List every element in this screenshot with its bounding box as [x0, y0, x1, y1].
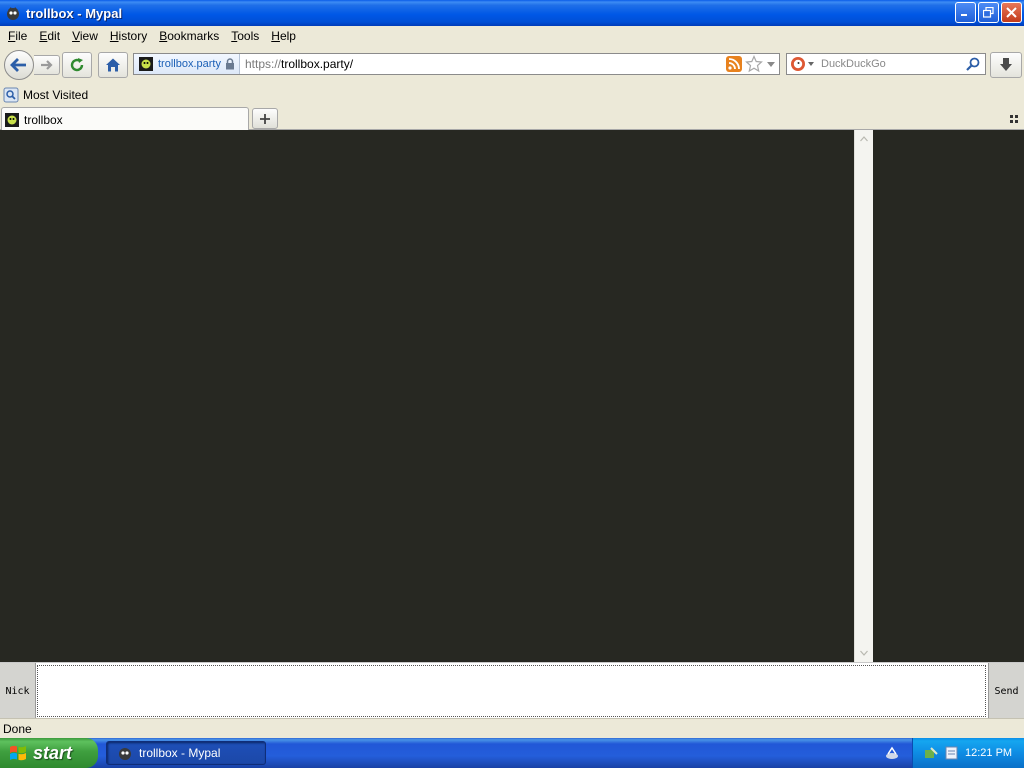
chat-log[interactable]: [0, 130, 854, 662]
most-visited-label: Most Visited: [23, 87, 89, 102]
new-tab-button[interactable]: [252, 108, 278, 129]
url-bar[interactable]: trollbox.party https://trollbox.party/: [133, 53, 780, 75]
lock-icon: [225, 58, 234, 70]
window-title: trollbox - Mypal: [26, 5, 123, 21]
menu-bookmarks[interactable]: Bookmarks: [153, 26, 225, 46]
reload-icon: [70, 58, 84, 72]
menu-edit[interactable]: Edit: [33, 26, 66, 46]
url-history-dropdown-icon[interactable]: [766, 59, 776, 69]
search-bar[interactable]: DuckDuckGo: [786, 53, 986, 75]
home-icon: [106, 58, 120, 72]
site-favicon-icon: [139, 57, 153, 71]
menu-history[interactable]: History: [104, 26, 153, 46]
reload-button[interactable]: [62, 52, 92, 78]
status-text: Done: [3, 722, 32, 736]
system-tray: 12:21 PM: [912, 738, 1024, 768]
volume-icon[interactable]: [944, 745, 960, 761]
chevron-down-icon: [860, 650, 868, 656]
list-all-tabs-button[interactable]: [1010, 113, 1020, 123]
menu-tools[interactable]: Tools: [225, 26, 265, 46]
forward-button[interactable]: [34, 55, 60, 75]
tab-favicon-icon: [5, 112, 19, 127]
windows-taskbar: start trollbox - Mypal 12:21 PM: [0, 738, 1024, 768]
mypal-app-icon: [5, 5, 21, 21]
chat-input-bar: Nick Send: [0, 662, 1024, 719]
most-visited-icon: [3, 87, 19, 102]
start-label: start: [33, 742, 73, 763]
menu-view[interactable]: View: [66, 26, 104, 46]
forward-arrow-icon: [40, 60, 53, 70]
bookmarks-toolbar: Most Visited: [0, 84, 1024, 105]
duckduckgo-icon: [791, 57, 805, 71]
site-identity-button[interactable]: trollbox.party: [134, 54, 240, 74]
chat-scrollbar[interactable]: [854, 130, 873, 662]
most-visited-folder[interactable]: Most Visited: [3, 87, 88, 103]
start-button[interactable]: start: [0, 738, 98, 768]
restore-button[interactable]: [978, 2, 999, 23]
engine-dropdown-icon: [808, 62, 814, 66]
chevron-up-icon: [860, 136, 868, 142]
clock[interactable]: 12:21 PM: [965, 747, 1012, 759]
minimize-button[interactable]: [955, 2, 976, 23]
close-button[interactable]: [1001, 2, 1022, 23]
windows-logo-icon: [10, 745, 26, 761]
taskbar-window-label: trollbox - Mypal: [139, 746, 221, 760]
menu-file[interactable]: File: [2, 26, 33, 46]
menu-bar: File Edit View History Bookmarks Tools H…: [0, 26, 1024, 46]
menu-help[interactable]: Help: [265, 26, 302, 46]
grid-icon: [1010, 115, 1018, 123]
tab-trollbox[interactable]: trollbox: [1, 107, 249, 131]
download-arrow-icon: [1000, 58, 1012, 71]
tab-strip: trollbox: [0, 105, 1024, 131]
tab-label: trollbox: [24, 112, 63, 127]
taskbar-window-mypal[interactable]: trollbox - Mypal: [106, 741, 266, 765]
page-content: [0, 130, 1024, 662]
safely-remove-hardware-icon[interactable]: [923, 745, 939, 761]
status-bar: Done: [0, 718, 1024, 738]
back-button[interactable]: [4, 50, 34, 80]
restore-icon: [983, 7, 994, 18]
window-titlebar[interactable]: trollbox - Mypal: [0, 0, 1024, 26]
rss-feed-icon[interactable]: [726, 56, 742, 72]
bookmark-star-icon[interactable]: [745, 55, 763, 73]
home-button[interactable]: [98, 52, 128, 78]
scroll-up-arrow[interactable]: [857, 132, 871, 146]
send-button[interactable]: Send: [988, 663, 1024, 719]
user-list[interactable]: [873, 130, 1024, 662]
minimize-icon: [961, 14, 967, 16]
plus-icon: [260, 113, 270, 124]
mypal-taskbar-icon: [119, 748, 131, 760]
message-input[interactable]: [37, 665, 986, 717]
tray-network-icon[interactable]: [884, 745, 900, 764]
search-input[interactable]: DuckDuckGo: [817, 58, 966, 70]
downloads-button[interactable]: [990, 52, 1022, 78]
scroll-down-arrow[interactable]: [857, 646, 871, 660]
search-icon[interactable]: [966, 57, 980, 71]
nick-button[interactable]: Nick: [0, 663, 36, 719]
close-icon: [1006, 7, 1017, 18]
back-arrow-icon: [10, 58, 26, 72]
site-identity-label: trollbox.party: [158, 58, 221, 70]
url-input[interactable]: https://trollbox.party/: [240, 57, 726, 71]
search-engine-selector[interactable]: [787, 56, 817, 72]
navigation-toolbar: trollbox.party https://trollbox.party/ D…: [0, 46, 1024, 84]
